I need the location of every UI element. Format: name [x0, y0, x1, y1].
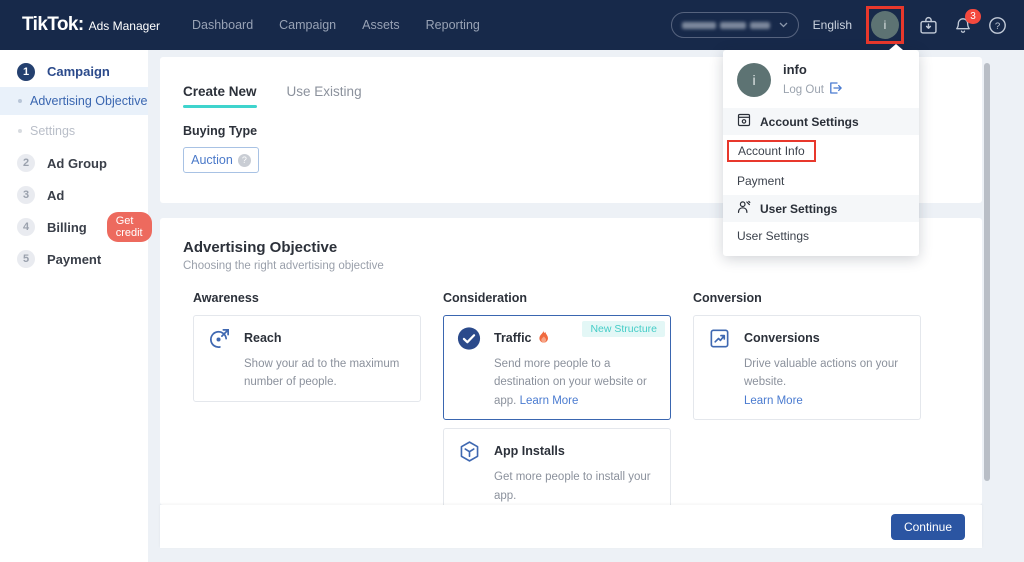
step-number-5: 5 — [17, 250, 35, 268]
objective-card-traffic[interactable]: New Structure Traffic Send more people t… — [443, 315, 671, 421]
help-icon[interactable]: ? — [987, 15, 1008, 36]
sidebar-substep-advertising-objective[interactable]: Advertising Objective — [0, 87, 148, 115]
dropdown-username: info — [783, 62, 807, 77]
objective-card-conversions[interactable]: Conversions Drive valuable actions on yo… — [693, 315, 921, 421]
fire-icon — [538, 330, 549, 346]
sidebar-substep-settings[interactable]: Settings — [0, 115, 148, 147]
column-header-consideration: Consideration — [443, 291, 528, 305]
auction-info-icon[interactable]: ? — [237, 153, 251, 167]
account-dropdown-menu: i info Log Out Account Settings Account … — [723, 44, 919, 256]
selected-check-icon — [457, 326, 481, 350]
step-number-2: 2 — [17, 154, 35, 172]
learn-more-link-conversions[interactable]: Learn More — [744, 395, 803, 407]
step-number-1: 1 — [17, 62, 35, 81]
column-conversion: Conversion Conversions Drive valuable ac… — [693, 291, 921, 505]
bullet-dot-icon — [18, 129, 22, 133]
step-label-ad-group: Ad Group — [47, 155, 107, 171]
sidebar-step-ad[interactable]: 3 Ad — [0, 179, 148, 211]
nav-dashboard[interactable]: Dashboard — [192, 18, 253, 32]
step-label-billing: Billing — [47, 219, 87, 235]
sidebar-step-payment[interactable]: 5 Payment — [0, 243, 148, 275]
logout-button[interactable]: Log Out — [783, 82, 842, 97]
objective-columns: Awareness Reach Show your ad to the maxi — [160, 272, 982, 505]
step-label-campaign: Campaign — [47, 64, 110, 79]
navbar-right-group: English i 3 ? — [670, 6, 1008, 44]
logout-label: Log Out — [783, 83, 824, 96]
column-header-awareness: Awareness — [193, 291, 259, 305]
tab-create-new[interactable]: Create New — [183, 84, 257, 108]
dropdown-section-account-settings[interactable]: Account Settings — [723, 108, 919, 135]
account-selector[interactable] — [670, 12, 799, 38]
wizard-footer: Continue — [160, 505, 982, 548]
get-credit-badge[interactable]: Get credit — [106, 212, 152, 242]
campaign-steps-sidebar: 1 Campaign Advertising Objective Setting… — [0, 50, 152, 562]
user-settings-header-label: User Settings — [760, 201, 838, 216]
learn-more-link-traffic[interactable]: Learn More — [520, 395, 579, 407]
objective-title-conversions: Conversions — [744, 331, 820, 345]
new-structure-badge: New Structure — [582, 321, 665, 337]
ads-manager-label: Ads Manager — [88, 19, 160, 33]
dropdown-avatar: i — [737, 62, 771, 97]
auction-button[interactable]: Auction ? — [183, 147, 259, 173]
objective-title-reach: Reach — [244, 331, 282, 345]
objective-card-reach[interactable]: Reach Show your ad to the maximum number… — [193, 315, 421, 402]
dropdown-section-user-settings[interactable]: User Settings — [723, 195, 919, 222]
account-name-blurred — [681, 21, 772, 29]
objective-desc-reach: Show your ad to the maximum number of pe… — [244, 358, 400, 389]
objective-desc-conversions: Drive valuable actions on your website. — [744, 358, 899, 389]
user-avatar[interactable]: i — [871, 11, 899, 39]
tiktok-logo-text: TikTok: — [22, 14, 84, 35]
chevron-down-icon — [779, 22, 788, 28]
objective-title-app-installs: App Installs — [494, 444, 565, 459]
annotation-box-account-info: Account Info — [727, 140, 816, 162]
continue-button[interactable]: Continue — [890, 513, 965, 540]
sidebar-step-billing[interactable]: 4 Billing Get credit — [0, 211, 152, 243]
message-center-icon[interactable] — [918, 15, 939, 36]
objective-card-app-installs[interactable]: App Installs Get more people to install … — [443, 428, 671, 505]
app-installs-icon — [457, 439, 481, 463]
sidebar-step-campaign[interactable]: 1 Campaign — [0, 56, 148, 87]
conversions-icon — [707, 326, 731, 350]
step-number-3: 3 — [17, 186, 35, 204]
logout-icon — [829, 82, 842, 97]
top-navbar: TikTok: Ads Manager Dashboard Campaign A… — [0, 0, 1024, 50]
step-label-ad: Ad — [47, 187, 65, 203]
account-settings-header-label: Account Settings — [760, 114, 859, 129]
column-consideration: Consideration New Structure Traffic Send… — [443, 291, 671, 505]
nav-reporting[interactable]: Reporting — [426, 18, 480, 32]
section-subtitle: Choosing the right advertising objective — [183, 260, 384, 272]
menu-item-user-settings[interactable]: User Settings — [723, 222, 919, 250]
step-label-payment: Payment — [47, 251, 102, 267]
tiktok-logo[interactable]: TikTok: Ads Manager — [22, 14, 160, 36]
tab-use-existing[interactable]: Use Existing — [287, 84, 362, 99]
substep-label-advertising-objective: Advertising Objective — [30, 94, 148, 108]
sidebar-step-ad-group[interactable]: 2 Ad Group — [0, 147, 148, 179]
language-selector[interactable]: English — [813, 18, 852, 32]
step-number-4: 4 — [17, 218, 35, 236]
column-header-conversion: Conversion — [693, 291, 762, 305]
notifications-bell-icon[interactable]: 3 — [953, 8, 981, 36]
objective-title-traffic: Traffic — [494, 331, 532, 345]
notification-count-badge: 3 — [965, 8, 981, 24]
bullet-dot-icon — [18, 99, 22, 103]
auction-label: Auction — [191, 153, 233, 167]
nav-campaign[interactable]: Campaign — [279, 18, 336, 32]
menu-item-account-info[interactable]: Account Info — [723, 135, 919, 167]
primary-nav: Dashboard Campaign Assets Reporting — [192, 18, 480, 32]
column-awareness: Awareness Reach Show your ad to the maxi — [193, 291, 421, 505]
objective-desc-app-installs: Get more people to install your app. — [494, 471, 651, 502]
menu-item-payment[interactable]: Payment — [723, 167, 919, 195]
substep-label-settings: Settings — [30, 124, 76, 138]
svg-text:?: ? — [995, 21, 1000, 32]
dropdown-profile-row: i info Log Out — [723, 50, 919, 108]
tiktok-ads-manager-app: TikTok: Ads Manager Dashboard Campaign A… — [0, 0, 1024, 562]
user-settings-icon — [737, 200, 751, 217]
vertical-scrollbar[interactable] — [984, 63, 990, 481]
advertising-objective-card: Advertising Objective Choosing the right… — [160, 218, 982, 505]
reach-icon — [207, 326, 231, 350]
annotation-box-avatar: i — [866, 6, 904, 44]
account-settings-icon — [737, 113, 751, 130]
nav-assets[interactable]: Assets — [362, 18, 400, 32]
